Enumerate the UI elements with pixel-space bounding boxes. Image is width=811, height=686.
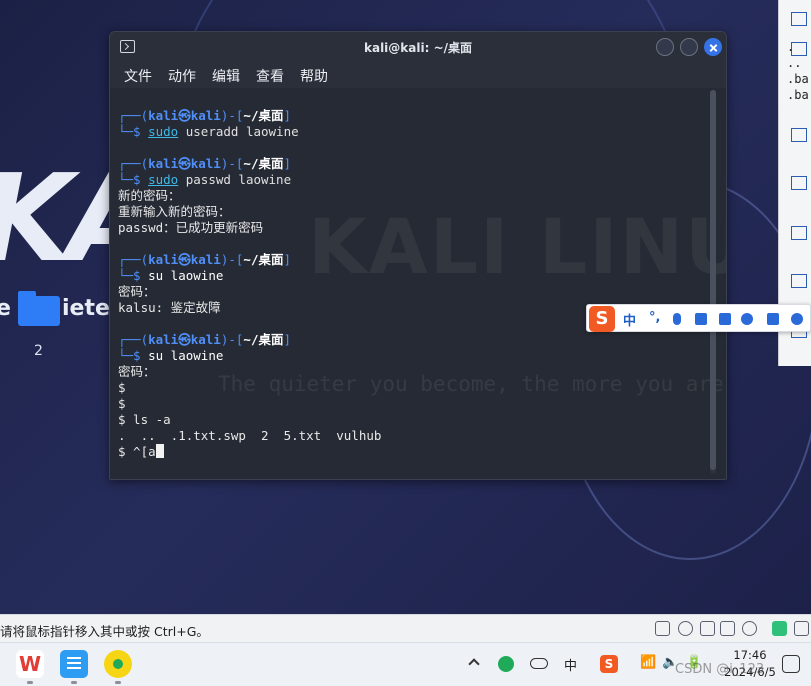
wifi-icon[interactable]: 📶 [640, 655, 656, 670]
panel-entry[interactable]: .ba [787, 88, 809, 102]
vm-notes-icon[interactable] [772, 621, 787, 636]
window-title: kali@kali: ~/桌面 [363, 41, 473, 55]
notes-app-icon[interactable] [60, 650, 88, 678]
microphone-icon[interactable] [673, 313, 681, 325]
maximize-button[interactable] [680, 38, 698, 56]
output-line: 密码： [118, 284, 156, 299]
sogou-logo-icon[interactable]: S [589, 306, 615, 332]
output-line: 重新输入新的密码： [118, 204, 231, 219]
running-indicator [115, 681, 121, 684]
text-cursor [155, 444, 164, 458]
output-line: 新的密码： [118, 188, 181, 203]
output-line: kalsu: 鉴定故障 [118, 300, 221, 315]
keyboard-icon[interactable] [695, 313, 707, 325]
ime-language-toggle[interactable]: 中 [623, 310, 636, 329]
output-line: $ [118, 380, 126, 395]
close-button[interactable] [704, 38, 722, 56]
menu-view[interactable]: 查看 [256, 66, 284, 86]
panel-entry[interactable]: . [787, 40, 794, 54]
menu-edit[interactable]: 编辑 [212, 66, 240, 86]
music-app-icon[interactable] [104, 650, 132, 678]
wps-icon[interactable]: W [16, 650, 44, 678]
panel-file-icon[interactable] [791, 226, 807, 240]
minimize-button[interactable] [656, 38, 674, 56]
panel-file-icon[interactable] [791, 12, 807, 26]
output-line: . .. .1.txt.swp 2 5.txt vulhub [118, 428, 382, 443]
chevron-up-icon[interactable] [468, 658, 480, 670]
command-line: └─$ sudo useradd laowine [118, 124, 299, 139]
status-hint: 请将鼠标指针移入其中或按 Ctrl+G。 [0, 624, 209, 639]
terminal-output[interactable]: KALI LINUX The quieter you become, the m… [118, 104, 726, 474]
kali-slogan-watermark: The quieter you become, the more you are… [218, 372, 726, 396]
output-line: 密码： [118, 364, 156, 379]
terminal-scrollbar[interactable] [710, 90, 716, 474]
scrollbar-thumb[interactable] [710, 90, 716, 470]
current-input-line[interactable]: $ ^[a [118, 444, 164, 460]
assistant-icon[interactable] [741, 313, 753, 325]
panel-entry[interactable]: .. [787, 56, 801, 70]
hdd-icon[interactable] [655, 621, 670, 636]
fullscreen-icon[interactable] [794, 621, 809, 636]
ime-punctuation-toggle[interactable]: °, [649, 310, 660, 325]
command-line: └─$ su laowine [118, 268, 224, 283]
skin-icon[interactable] [719, 313, 731, 325]
terminal-titlebar[interactable]: kali@kali: ~/桌面 [110, 32, 726, 62]
tray-app-icon[interactable] [498, 656, 514, 672]
terminal-window[interactable]: kali@kali: ~/桌面 文件 动作 编辑 查看 帮助 KALI LINU… [109, 31, 727, 480]
prompt-line: ┌──(kali㉿kali)-[~/桌面] [118, 332, 292, 347]
menu-action[interactable]: 动作 [168, 66, 196, 86]
notification-icon[interactable] [782, 655, 800, 673]
cloud-icon[interactable] [530, 658, 548, 669]
settings-icon[interactable] [791, 313, 803, 325]
desktop-folder-label-right: iete [62, 296, 110, 321]
desktop-item-label[interactable]: 2 [34, 343, 43, 359]
output-line: $ ls -a [118, 412, 171, 427]
folder-icon[interactable] [18, 291, 60, 326]
usb-icon[interactable] [720, 621, 735, 636]
input-language-indicator[interactable]: 中 [564, 655, 577, 674]
panel-file-icon[interactable] [791, 176, 807, 190]
output-line: $ [118, 396, 126, 411]
command-line: └─$ sudo passwd laowine [118, 172, 292, 187]
prompt-line: ┌──(kali㉿kali)-[~/桌面] [118, 108, 292, 123]
panel-entry[interactable]: .ba [787, 72, 809, 86]
terminal-menubar: 文件 动作 编辑 查看 帮助 [110, 62, 726, 88]
prompt-line: ┌──(kali㉿kali)-[~/桌面] [118, 156, 292, 171]
menu-file[interactable]: 文件 [124, 66, 152, 86]
panel-file-icon[interactable] [791, 274, 807, 288]
csdn-watermark: CSDN @i_123 [675, 662, 765, 677]
network-icon[interactable] [700, 621, 715, 636]
sogou-tray-icon[interactable]: S [600, 655, 618, 673]
running-indicator [71, 681, 77, 684]
menu-help[interactable]: 帮助 [300, 66, 328, 86]
running-indicator [27, 681, 33, 684]
vm-statusbar: 请将鼠标指针移入其中或按 Ctrl+G。 [0, 614, 811, 642]
cd-icon[interactable] [678, 621, 693, 636]
panel-file-icon[interactable] [791, 128, 807, 142]
ime-toolbar[interactable]: S 中 °, [586, 304, 811, 332]
kali-linux-watermark: KALI LINUX [308, 202, 726, 291]
prompt-line: ┌──(kali㉿kali)-[~/桌面] [118, 252, 292, 267]
command-line: └─$ su laowine [118, 348, 224, 363]
sound-icon[interactable] [742, 621, 757, 636]
output-line: passwd：已成功更新密码 [118, 220, 264, 235]
toolbox-icon[interactable] [767, 313, 779, 325]
desktop-folder-label-left: e [0, 296, 11, 321]
